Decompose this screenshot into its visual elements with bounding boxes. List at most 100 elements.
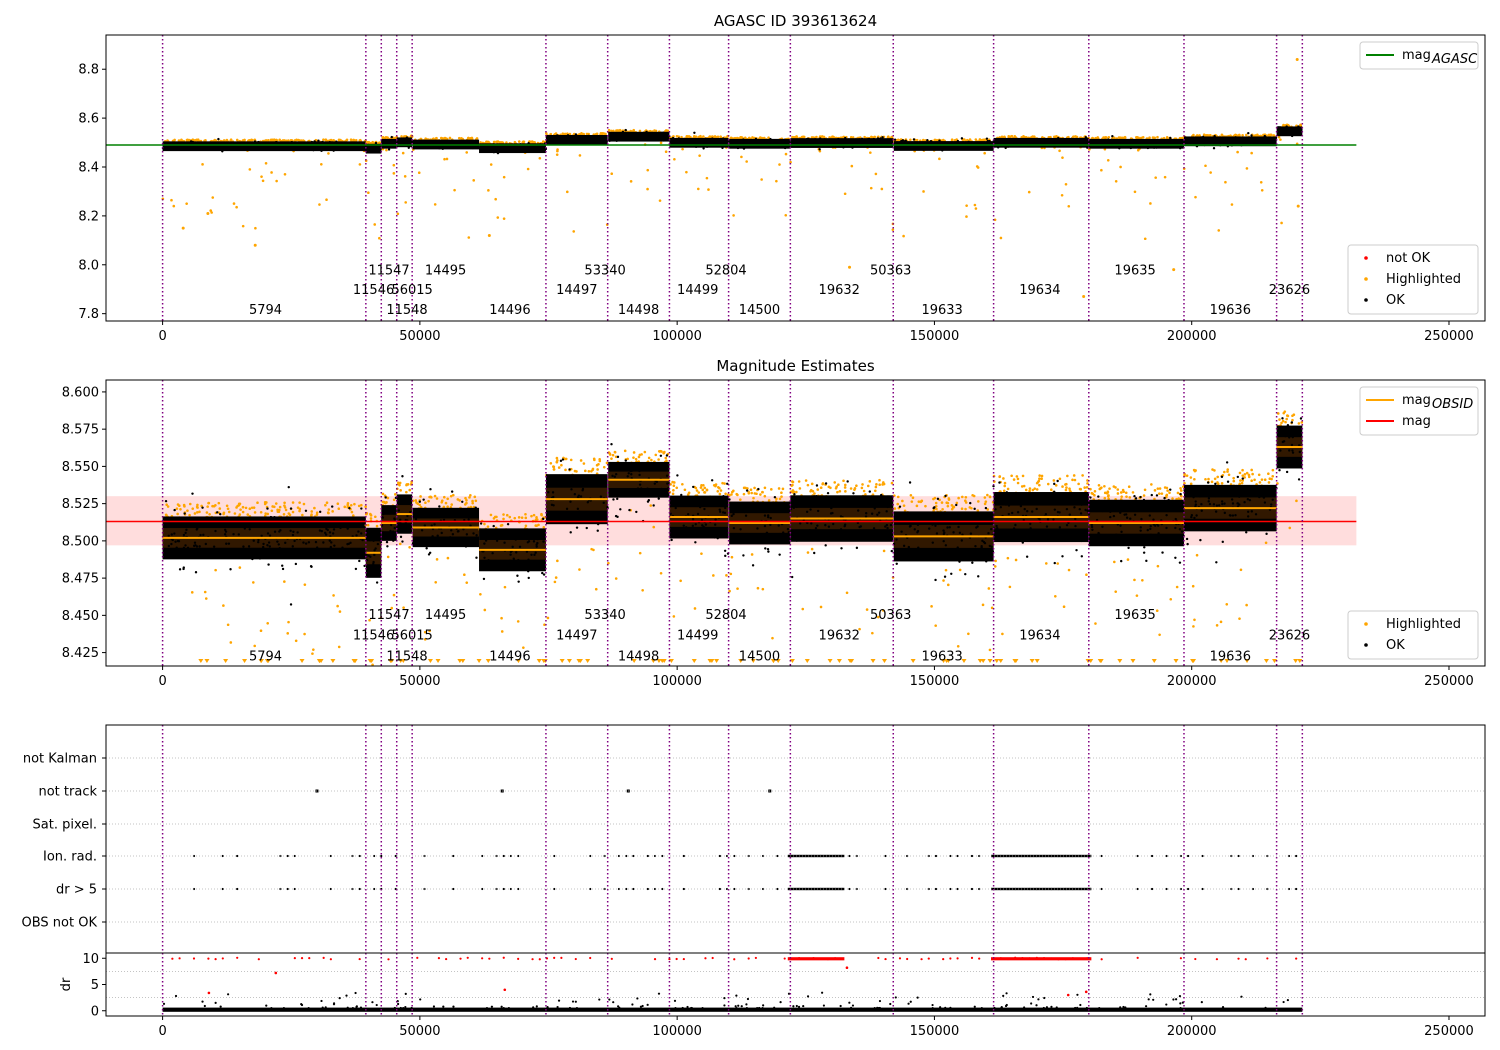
ok-point (1063, 502, 1067, 506)
ok-point (634, 133, 637, 137)
highlighted-point (1067, 568, 1071, 572)
highlighted-point (435, 558, 439, 561)
ok-point (693, 131, 696, 134)
highlighted-point (843, 483, 847, 487)
ok-point (902, 544, 906, 548)
ok-point (806, 137, 810, 141)
dr-ok-point (894, 996, 897, 999)
highlighted-point (1119, 491, 1123, 494)
ok-point (940, 146, 943, 149)
dr-ok-point (792, 1005, 795, 1008)
ok-point (724, 554, 727, 558)
ok-point (517, 558, 520, 562)
ok-point (585, 481, 589, 484)
highlighted-point (267, 138, 270, 142)
ok-point (1012, 527, 1016, 530)
ok-point (483, 542, 486, 545)
ok-point (527, 558, 530, 561)
ok-point (545, 136, 549, 139)
ok-point (486, 530, 490, 533)
ok-point (1229, 140, 1232, 143)
ok-point (386, 545, 389, 548)
ok-point (843, 534, 846, 537)
highlighted-point (909, 138, 912, 142)
ok-point (425, 547, 428, 550)
dr-ok-point (735, 1007, 738, 1010)
out-of-range-marker (1117, 659, 1123, 663)
ok-point (692, 499, 695, 502)
dr-ok-point (532, 1006, 535, 1009)
highlighted-point (739, 498, 742, 501)
ok-point (346, 549, 349, 553)
legend-top-right: mag OBSIDmag (1359, 386, 1479, 436)
ok-point (284, 541, 287, 545)
figure: AGASC ID 3936136245794115461154711548560… (22, 12, 1486, 1039)
highlighted-point (1268, 477, 1272, 481)
highlighted-point (1054, 594, 1057, 598)
ok-point (585, 526, 588, 530)
ok-point (1005, 491, 1009, 494)
highlighted-point (866, 484, 870, 488)
ok-point (560, 137, 564, 140)
highlighted-point (758, 136, 762, 139)
ok-point (1031, 139, 1034, 143)
highlighted-point (845, 591, 849, 595)
ok-point (1234, 514, 1237, 517)
ok-point (1142, 551, 1146, 554)
ok-point (1113, 141, 1117, 144)
highlighted-point (974, 138, 978, 141)
highlighted-point (253, 644, 257, 648)
ok-point (628, 508, 631, 512)
highlighted-point (1225, 602, 1229, 606)
highlighted-point (264, 162, 268, 165)
ok-point (221, 150, 224, 153)
dr-ok-point (307, 1007, 310, 1010)
highlighted-point (1158, 487, 1162, 490)
ok-point (431, 511, 434, 514)
ok-point (994, 508, 997, 511)
dr-ok-point (393, 1006, 396, 1010)
ok-point (555, 141, 558, 144)
ok-point (868, 140, 872, 144)
ok-point (392, 539, 395, 542)
ok-point (537, 149, 541, 153)
ok-point (873, 507, 876, 510)
ok-point (822, 530, 826, 534)
ok-point (386, 141, 390, 145)
highlighted-point (1297, 422, 1301, 425)
ok-point (792, 506, 796, 510)
ok-point (834, 535, 837, 538)
ok-point (1295, 132, 1298, 135)
ok-point (173, 508, 176, 512)
highlighted-point (1241, 468, 1244, 472)
highlighted-point (502, 513, 505, 516)
ok-point (624, 128, 627, 132)
highlighted-point (716, 135, 720, 139)
ok-point (1113, 139, 1116, 142)
ok-point (1178, 528, 1182, 531)
ok-point (813, 138, 817, 141)
ion-rad-point (236, 854, 239, 858)
ok-point (1150, 493, 1153, 497)
dr-ok-point (740, 1005, 743, 1008)
ok-point (525, 550, 529, 553)
highlighted-point (1046, 482, 1050, 486)
obsid-label: 14498 (618, 303, 659, 318)
ok-point (791, 575, 794, 579)
ok-point (286, 147, 290, 150)
highlighted-point (473, 495, 477, 499)
ok-point (299, 147, 302, 151)
ok-point (722, 495, 725, 498)
highlighted-point (778, 163, 781, 166)
ok-point (1140, 502, 1144, 505)
ok-point (1120, 559, 1123, 563)
ok-point (696, 512, 700, 516)
dr-ok-point (1149, 993, 1152, 996)
dr-ok-point (1000, 1006, 1003, 1010)
highlighted-point (283, 501, 286, 505)
legend-label: mag (1402, 393, 1431, 408)
highlighted-point (1107, 135, 1111, 139)
ok-point (1212, 140, 1215, 143)
highlighted-point (1058, 477, 1062, 481)
ok-point (484, 539, 488, 542)
